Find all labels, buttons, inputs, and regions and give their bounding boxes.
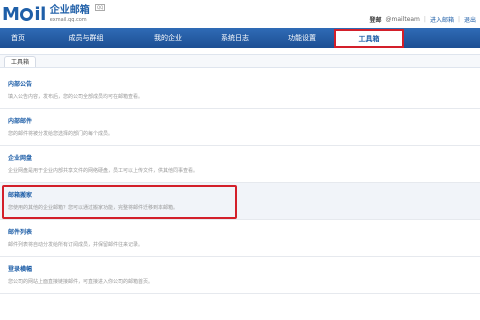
header: Mil 企业邮箱 exmail.qq.com QQ 登邮 @mailteam |…	[0, 0, 480, 28]
tool-item[interactable]: 登录横幅 您公司的网站上面直接链接邮件，可直接进入你公司的邮箱首页。	[0, 257, 480, 294]
separator: |	[457, 16, 460, 23]
breadcrumb-bar: 工具箱	[0, 54, 480, 68]
tool-item[interactable]: 内部邮件 您的邮件将被分发给您选择的部门的每个成员。	[0, 109, 480, 146]
nav-home[interactable]: 首页	[0, 28, 36, 48]
logo-o-icon	[20, 7, 34, 21]
logo-cn-text: 企业邮箱	[49, 4, 90, 16]
enter-mailbox-link[interactable]: 进入邮箱	[430, 15, 454, 24]
logo-caption: 企业邮箱 exmail.qq.com	[49, 4, 90, 23]
nav-toolbox[interactable]: 工具箱	[334, 29, 404, 48]
tool-desc: 您的邮件将被分发给您选择的部门的每个成员。	[8, 131, 114, 137]
tool-title[interactable]: 内部邮件	[8, 116, 480, 125]
tool-desc: 填入公告内容，发布后，您的公司全部成员均可在邮箱查看。	[8, 94, 144, 100]
logout-link[interactable]: 退出	[464, 15, 476, 24]
user-name: 登邮	[369, 17, 382, 24]
tool-item[interactable]: 内部公告 填入公告内容，发布后，您的公司全部成员均可在邮箱查看。	[0, 72, 480, 109]
logo-badge: QQ	[95, 4, 106, 11]
tool-item[interactable]: 企业网盘 企业网盘是用于企业内部共享文件的网络硬盘，员工可以上传文件，供其他同事…	[0, 146, 480, 183]
tool-title[interactable]: 邮件列表	[8, 227, 480, 236]
breadcrumb: 工具箱	[4, 56, 37, 67]
user-address: @mailteam	[385, 16, 420, 23]
tool-desc: 企业网盘是用于企业内部共享文件的网络硬盘，员工可以上传文件，供其他同事查看。	[8, 168, 199, 174]
tool-desc: 您公司的网站上面直接链接邮件，可直接进入你公司的邮箱首页。	[8, 279, 154, 285]
logo[interactable]: Mil 企业邮箱 exmail.qq.com	[2, 3, 90, 25]
tool-desc: 您使用的其他的企业邮箱？您可以通过搬家功能，完整将邮件迁移到本邮箱。	[8, 205, 179, 211]
logo-url-text: exmail.qq.com	[49, 16, 87, 23]
separator: |	[423, 16, 426, 23]
tool-item-highlighted[interactable]: 邮箱搬家 您使用的其他的企业邮箱？您可以通过搬家功能，完整将邮件迁移到本邮箱。	[0, 183, 480, 220]
tool-title[interactable]: 邮箱搬家	[8, 190, 480, 199]
tool-item[interactable]: 邮件列表 邮件列表将自动分发给所有订阅成员，并保留邮件往来记录。	[0, 220, 480, 257]
user-area: 登邮 @mailteam | 进入邮箱 | 退出	[369, 15, 476, 24]
nav-members-groups[interactable]: 成员与群组	[36, 28, 136, 48]
nav-feature-settings[interactable]: 功能设置	[270, 28, 334, 48]
main-nav: 首页 成员与群组 我的企业 系统日志 功能设置 工具箱	[0, 28, 480, 48]
nav-my-enterprise[interactable]: 我的企业	[136, 28, 200, 48]
tool-title[interactable]: 内部公告	[8, 79, 480, 88]
tool-desc: 邮件列表将自动分发给所有订阅成员，并保留邮件往来记录。	[8, 242, 144, 248]
nav-system-log[interactable]: 系统日志	[200, 28, 270, 48]
tool-title[interactable]: 企业网盘	[8, 153, 480, 162]
logo-mark: Mil	[2, 3, 46, 25]
tool-list: 内部公告 填入公告内容，发布后，您的公司全部成员均可在邮箱查看。 内部邮件 您的…	[0, 72, 480, 294]
tool-title[interactable]: 登录横幅	[8, 264, 480, 273]
